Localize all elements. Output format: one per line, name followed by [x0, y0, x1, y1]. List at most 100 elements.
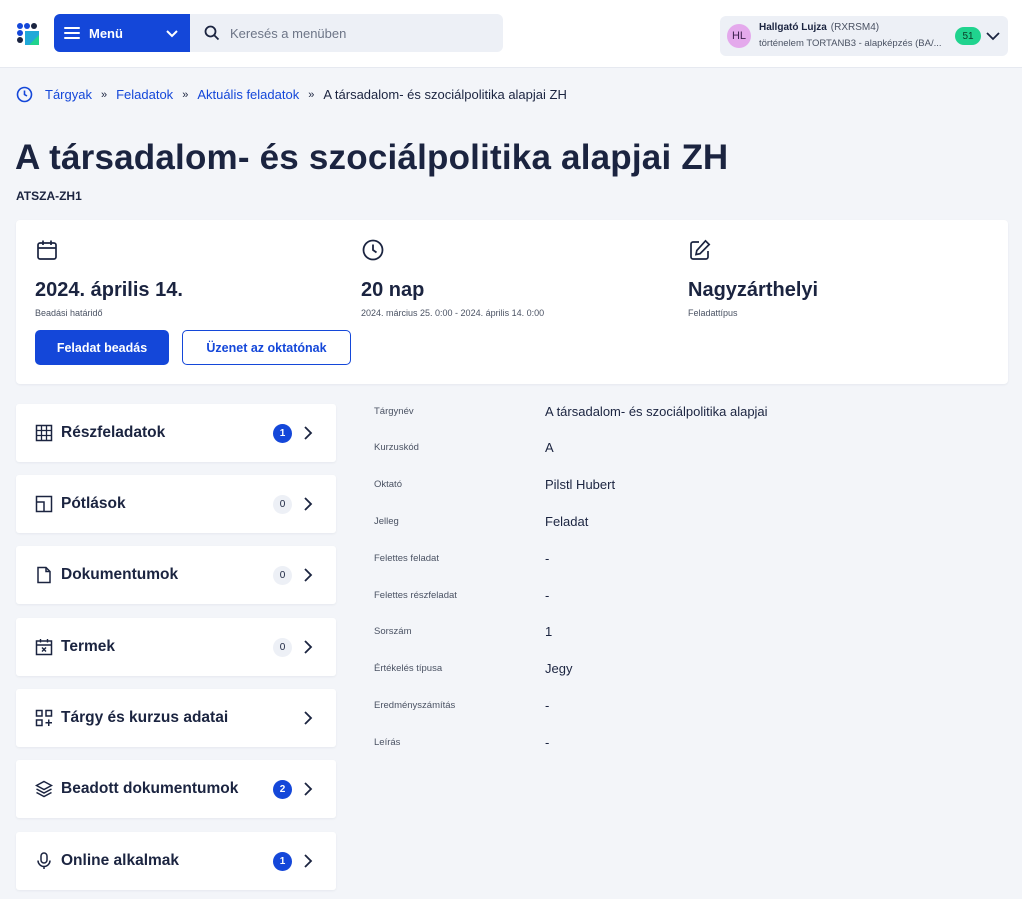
detail-value: - [545, 588, 550, 603]
detail-label: Felettes feladat [374, 553, 439, 564]
duration-range: 2024. március 25. 0:00 - 2024. április 1… [361, 308, 545, 318]
detail-label: Oktató [374, 479, 402, 490]
user-name: Hallgató Lujza [759, 22, 827, 33]
side-menu-label: Részfeladatok [61, 424, 166, 441]
count-badge: 0 [273, 495, 292, 514]
user-code: (RXRSM4) [830, 22, 880, 33]
chevron-right-icon [304, 568, 313, 582]
count-badge: 1 [273, 424, 292, 443]
chevron-right-icon [304, 640, 313, 654]
calendar-icon [37, 240, 57, 260]
task-type-value: Nagyzárthelyi [688, 279, 819, 301]
side-menu-item-course-data[interactable]: Tárgy és kurzus adatai [16, 689, 336, 747]
breadcrumb-link-current-tasks[interactable]: Aktuális feladatok [197, 87, 299, 102]
edit-icon [690, 239, 711, 260]
breadcrumb: Tárgyak » Feladatok » Aktuális feladatok… [16, 86, 567, 103]
layers-icon [35, 780, 53, 798]
duration-value: 20 nap [361, 279, 425, 301]
detail-value: - [545, 551, 550, 566]
detail-row-sequence-number: Sorszám 1 [374, 624, 994, 662]
detail-label: Eredményszámítás [374, 700, 456, 711]
menu-search[interactable] [190, 14, 503, 52]
clock-icon [362, 239, 384, 261]
count-badge: 1 [273, 852, 292, 871]
side-menu-label: Pótlások [61, 495, 126, 512]
detail-label: Jelleg [374, 516, 399, 527]
side-menu-label: Termek [61, 638, 115, 655]
menu-label: Menü [89, 25, 123, 41]
breadcrumb-separator-icon: » [182, 88, 189, 101]
detail-row-subject-name: Tárgynév A társadalom- és szociálpolitik… [374, 404, 994, 442]
detail-row-parent-subtask: Felettes részfeladat - [374, 588, 994, 626]
detail-value: Jegy [545, 661, 573, 676]
side-menu-label: Beadott dokumentumok [61, 780, 239, 797]
side-menu-label: Dokumentumok [61, 566, 179, 583]
file-icon [37, 566, 51, 584]
detail-label: Felettes részfeladat [374, 590, 457, 601]
chevron-down-icon [166, 30, 178, 38]
menu-button[interactable]: Menü [54, 14, 190, 52]
side-menu-item-documents[interactable]: Dokumentumok 0 [16, 546, 336, 604]
detail-label: Sorszám [374, 626, 412, 637]
breadcrumb-current: A társadalom- és szociálpolitika alapjai… [323, 87, 567, 102]
duration-block: 20 nap 2024. március 25. 0:00 - 2024. áp… [361, 238, 544, 318]
detail-value: Feladat [545, 514, 589, 529]
hamburger-icon [64, 27, 80, 39]
detail-value: - [545, 698, 550, 713]
task-info-card: 2024. április 14. Beadási határidő 20 na… [16, 220, 1008, 384]
side-menu-item-makeups[interactable]: Pótlások 0 [16, 475, 336, 533]
user-name-line: Hallgató Lujza (RXRSM4) [759, 22, 879, 33]
side-menu-item-submitted-documents[interactable]: Beadott dokumentumok 2 [16, 760, 336, 818]
detail-value: Pilstl Hubert [545, 477, 616, 492]
side-menu-item-rooms[interactable]: Termek 0 [16, 618, 336, 676]
detail-row-instructor: Oktató Pilstl Hubert [374, 477, 994, 515]
detail-row-description: Leírás - [374, 735, 994, 773]
detail-label: Tárgynév [374, 406, 414, 417]
count-badge: 0 [273, 566, 292, 585]
detail-value: A [545, 440, 554, 455]
user-program: történelem TORTANB3 - alapképzés (BA/... [759, 38, 942, 49]
submit-task-button[interactable]: Feladat beadás [35, 330, 169, 365]
top-bar: Menü HL Hallgató Lujza(RXRSM4) történele… [0, 0, 1022, 68]
detail-label: Leírás [374, 737, 401, 748]
detail-value: 1 [545, 624, 553, 639]
clock-icon [16, 86, 33, 103]
breadcrumb-link-subjects[interactable]: Tárgyak [45, 87, 92, 102]
avatar: HL [727, 24, 751, 48]
layout-icon [35, 495, 53, 513]
breadcrumb-separator-icon: » [100, 88, 108, 101]
count-badge: 0 [273, 638, 292, 657]
apps-add-icon [35, 709, 53, 727]
side-menu-item-online-sessions[interactable]: Online alkalmak 1 [16, 832, 336, 890]
search-icon [204, 25, 220, 41]
side-menu-label: Online alkalmak [61, 852, 180, 869]
deadline-label: Beadási határidő [35, 308, 103, 318]
task-type-label: Feladattípus [688, 308, 738, 318]
chevron-right-icon [304, 711, 313, 725]
detail-row-result-calculation: Eredményszámítás - [374, 698, 994, 736]
detail-value: A társadalom- és szociálpolitika alapjai [545, 404, 768, 419]
search-input[interactable] [230, 25, 490, 41]
detail-row-parent-task: Felettes feladat - [374, 551, 994, 589]
page-code: ATSZA-ZH1 [16, 189, 82, 203]
detail-row-course-code: Kurzuskód A [374, 440, 994, 478]
breadcrumb-link-tasks[interactable]: Feladatok [116, 87, 173, 102]
calendar-x-icon [35, 639, 53, 656]
chevron-right-icon [304, 782, 313, 796]
task-type-block: Nagyzárthelyi Feladattípus [688, 238, 818, 318]
microphone-icon [37, 852, 51, 869]
app-logo-icon[interactable] [16, 22, 42, 48]
side-menu-label: Tárgy és kurzus adatai [61, 709, 229, 726]
detail-row-type: Jelleg Feladat [374, 514, 994, 552]
user-profile-selector[interactable]: HL Hallgató Lujza (RXRSM4) történelem TOR… [720, 16, 1008, 56]
message-instructor-button[interactable]: Üzenet az oktatónak [182, 330, 351, 365]
detail-value: - [545, 735, 550, 750]
breadcrumb-separator-icon: » [308, 88, 315, 101]
detail-label: Értékelés típusa [374, 663, 443, 674]
chevron-down-icon [986, 32, 1000, 41]
grid-icon [35, 424, 53, 442]
detail-row-evaluation-type: Értékelés típusa Jegy [374, 661, 994, 699]
count-badge: 2 [273, 780, 292, 799]
notification-badge[interactable]: 51 [955, 27, 981, 45]
side-menu-item-subtasks[interactable]: Részfeladatok 1 [16, 404, 336, 462]
